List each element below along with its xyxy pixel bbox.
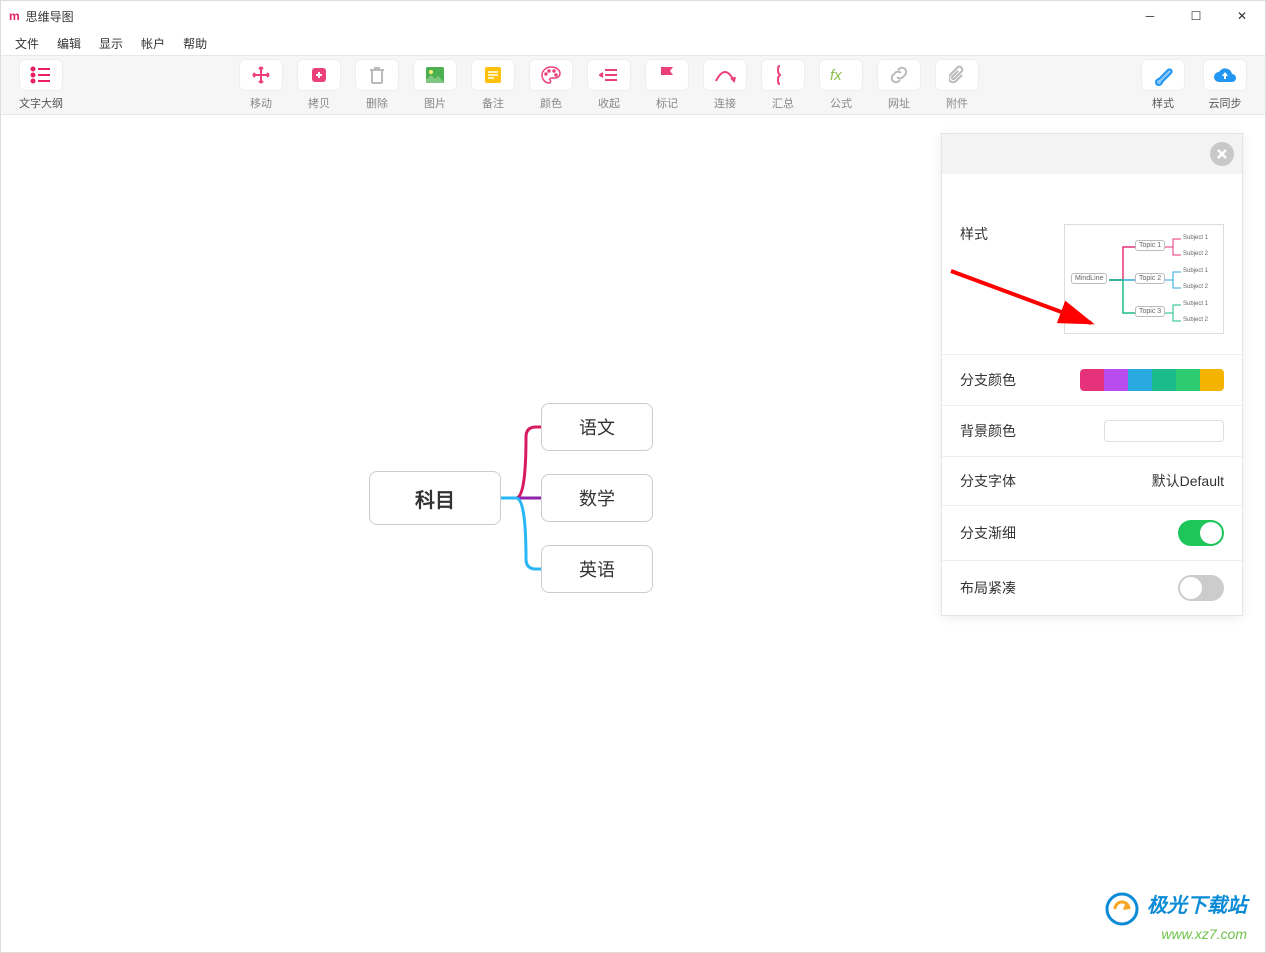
move-icon (251, 65, 271, 85)
watermark: 极光下载站 www.xz7.com (1105, 889, 1247, 942)
titlebar: m 思维导图 ─ ☐ ✕ (1, 1, 1265, 31)
image-icon (425, 66, 445, 84)
compact-toggle[interactable] (1178, 575, 1224, 601)
summary-button[interactable]: 汇总 (755, 59, 811, 111)
menu-edit[interactable]: 编辑 (51, 33, 87, 54)
arrow-icon (714, 67, 736, 83)
url-button[interactable]: 网址 (871, 59, 927, 111)
font-row[interactable]: 分支字体 默认Default (942, 457, 1242, 506)
copy-icon (309, 65, 329, 85)
move-button[interactable]: 移动 (233, 59, 289, 111)
outline-label: 文字大纲 (19, 95, 63, 111)
mark-button[interactable]: 标记 (639, 59, 695, 111)
style-label: 样式 (960, 224, 1030, 244)
maximize-button[interactable]: ☐ (1173, 1, 1219, 31)
outline-button[interactable]: 文字大纲 (13, 59, 69, 111)
paperclip-icon (949, 65, 965, 85)
close-icon (1216, 148, 1228, 160)
connect-button[interactable]: 连接 (697, 59, 753, 111)
branch-color-swatches[interactable] (1080, 369, 1224, 391)
copy-button[interactable]: 拷贝 (291, 59, 347, 111)
trash-icon (368, 65, 386, 85)
taper-row: 分支渐细 (942, 506, 1242, 561)
cloud-icon (1213, 66, 1237, 84)
toolbar: 文字大纲 移动 拷贝 删除 图片 备注 颜色 收起 (1, 55, 1265, 115)
child-node-2[interactable]: 数学 (541, 474, 653, 522)
style-preview-row[interactable]: 样式 MindLine Topic 1 Topic 2 Topic 3 Subj… (942, 174, 1242, 355)
flag-icon (659, 65, 675, 85)
watermark-icon (1105, 892, 1139, 926)
menu-help[interactable]: 帮助 (177, 33, 213, 54)
palette-icon (541, 66, 561, 84)
note-button[interactable]: 备注 (465, 59, 521, 111)
formula-button[interactable]: fx 公式 (813, 59, 869, 111)
menubar: 文件 编辑 显示 帐户 帮助 (1, 31, 1265, 55)
root-node[interactable]: 科目 (369, 471, 501, 525)
style-button[interactable]: 样式 (1135, 59, 1191, 111)
collapse-icon (599, 67, 619, 83)
font-value: 默认Default (1152, 471, 1224, 491)
style-panel: 样式 MindLine Topic 1 Topic 2 Topic 3 Subj… (941, 133, 1243, 616)
panel-header (942, 134, 1242, 174)
image-button[interactable]: 图片 (407, 59, 463, 111)
menu-file[interactable]: 文件 (9, 33, 45, 54)
brace-icon (776, 65, 790, 85)
child-node-3[interactable]: 英语 (541, 545, 653, 593)
brush-icon (1152, 64, 1174, 86)
fx-icon: fx (830, 66, 852, 84)
minimize-button[interactable]: ─ (1127, 1, 1173, 31)
cloud-sync-button[interactable]: 云同步 (1197, 59, 1253, 111)
note-icon (484, 66, 502, 84)
bg-color-swatch[interactable] (1104, 420, 1224, 442)
bg-color-row[interactable]: 背景颜色 (942, 406, 1242, 457)
panel-close-button[interactable] (1210, 142, 1234, 166)
color-button[interactable]: 颜色 (523, 59, 579, 111)
taper-toggle[interactable] (1178, 520, 1224, 546)
delete-button[interactable]: 删除 (349, 59, 405, 111)
link-icon (889, 65, 909, 85)
collapse-button[interactable]: 收起 (581, 59, 637, 111)
style-preview: MindLine Topic 1 Topic 2 Topic 3 Subject… (1064, 224, 1224, 334)
compact-row: 布局紧凑 (942, 561, 1242, 615)
attachment-button[interactable]: 附件 (929, 59, 985, 111)
close-button[interactable]: ✕ (1219, 1, 1265, 31)
window-title: 思维导图 (26, 8, 74, 25)
list-icon (30, 66, 52, 84)
menu-view[interactable]: 显示 (93, 33, 129, 54)
child-node-1[interactable]: 语文 (541, 403, 653, 451)
svg-text:fx: fx (830, 67, 842, 84)
branch-color-row[interactable]: 分支颜色 (942, 355, 1242, 406)
menu-account[interactable]: 帐户 (135, 33, 171, 54)
app-icon: m (9, 9, 20, 23)
